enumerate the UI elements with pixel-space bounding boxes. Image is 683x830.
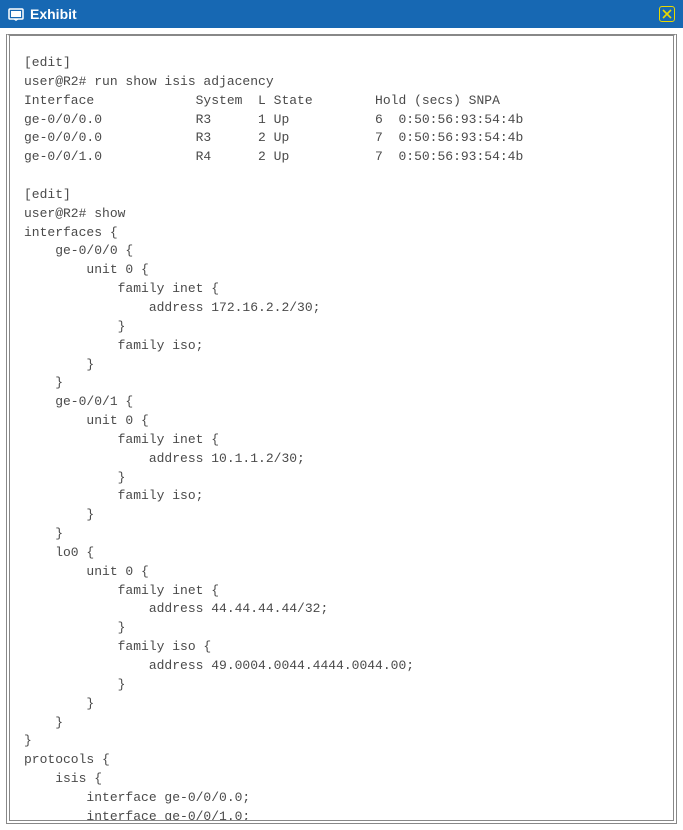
config-line: interface ge-0/0/1.0; <box>24 809 250 824</box>
content-area: [edit] user@R2# run show isis adjacency … <box>6 34 677 824</box>
edit-marker: [edit] <box>24 55 71 70</box>
table-row: ge-0/0/0.0 R3 1 Up 6 0:50:56:93:54:4b <box>24 112 523 127</box>
config-line: } <box>24 470 125 485</box>
table-row: ge-0/0/1.0 R4 2 Up 7 0:50:56:93:54:4b <box>24 149 523 164</box>
terminal-output: [edit] user@R2# run show isis adjacency … <box>24 54 659 824</box>
config-line: family inet { <box>24 432 219 447</box>
config-line: address 172.16.2.2/30; <box>24 300 320 315</box>
config-line: } <box>24 677 125 692</box>
config-line: family inet { <box>24 281 219 296</box>
config-line: isis { <box>24 771 102 786</box>
edit-marker: [edit] <box>24 187 71 202</box>
command-line: user@R2# show <box>24 206 125 221</box>
config-line: } <box>24 715 63 730</box>
config-line: } <box>24 319 125 334</box>
config-line: } <box>24 375 63 390</box>
config-line: address 49.0004.0044.4444.0044.00; <box>24 658 414 673</box>
config-line: interfaces { <box>24 225 118 240</box>
config-line: interface ge-0/0/0.0; <box>24 790 250 805</box>
config-line: } <box>24 357 94 372</box>
config-line: lo0 { <box>24 545 94 560</box>
config-line: } <box>24 733 32 748</box>
config-line: address 44.44.44.44/32; <box>24 601 328 616</box>
config-line: } <box>24 526 63 541</box>
config-line: family iso; <box>24 338 203 353</box>
config-line: ge-0/0/1 { <box>24 394 133 409</box>
config-line: address 10.1.1.2/30; <box>24 451 305 466</box>
titlebar: Exhibit <box>0 0 683 28</box>
config-line: } <box>24 507 94 522</box>
config-line: ge-0/0/0 { <box>24 243 133 258</box>
config-line: unit 0 { <box>24 413 149 428</box>
window-title: Exhibit <box>30 6 659 22</box>
config-line: family inet { <box>24 583 219 598</box>
table-header: Interface System L State Hold (secs) SNP… <box>24 93 500 108</box>
config-line: family iso { <box>24 639 211 654</box>
config-line: unit 0 { <box>24 262 149 277</box>
config-line: protocols { <box>24 752 110 767</box>
close-icon[interactable] <box>659 6 675 22</box>
config-line: } <box>24 696 94 711</box>
config-line: family iso; <box>24 488 203 503</box>
command-line: user@R2# run show isis adjacency <box>24 74 274 89</box>
table-row: ge-0/0/0.0 R3 2 Up 7 0:50:56:93:54:4b <box>24 130 523 145</box>
exhibit-icon <box>8 6 24 22</box>
exhibit-window: Exhibit [edit] user@R2# run show isis ad… <box>0 0 683 830</box>
config-line: } <box>24 620 125 635</box>
config-line: unit 0 { <box>24 564 149 579</box>
